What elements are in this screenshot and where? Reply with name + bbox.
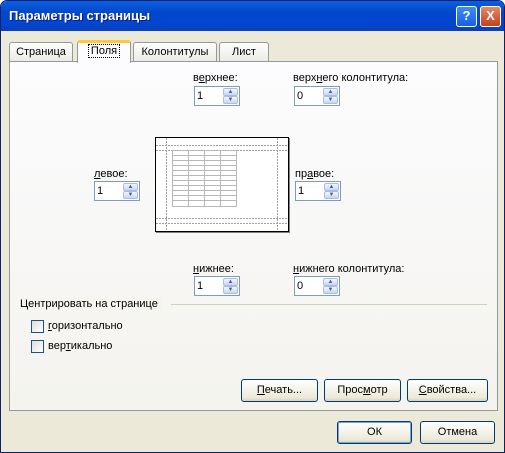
- page-preview-drawing: [156, 138, 288, 231]
- spin-down-icon[interactable]: ▼: [123, 191, 138, 199]
- spin-down-icon[interactable]: ▼: [223, 96, 238, 104]
- tab-sheet-label: Лист: [232, 46, 256, 58]
- spin-up-icon[interactable]: ▲: [324, 183, 339, 191]
- page-preview: [155, 137, 289, 232]
- bottom-margin-label: нижнее:: [193, 263, 234, 275]
- spin-down-icon[interactable]: ▼: [323, 96, 338, 104]
- margins-panel: верхнее: ▲ ▼ верхнего колонтитула: ▲ ▼ л…: [9, 61, 498, 411]
- tab-margins[interactable]: Поля: [77, 40, 131, 63]
- left-margin-label: левое:: [94, 168, 128, 180]
- close-button[interactable]: X: [480, 6, 501, 27]
- center-horizontally-label[interactable]: горизонтально: [48, 320, 123, 332]
- header-margin-input[interactable]: [297, 89, 321, 103]
- center-horizontally-checkbox[interactable]: [31, 320, 44, 333]
- bottom-margin-input[interactable]: [197, 279, 221, 293]
- tab-sheet[interactable]: Лист: [219, 42, 269, 61]
- footer-margin-label: нижнего колонтитула:: [293, 263, 405, 275]
- tab-margins-label: Поля: [87, 44, 121, 58]
- spin-down-icon[interactable]: ▼: [323, 286, 338, 294]
- tab-page-label: Страница: [16, 46, 66, 58]
- right-margin-label: правое:: [295, 168, 335, 180]
- spin-up-icon[interactable]: ▲: [323, 278, 338, 286]
- print-button[interactable]: Печать...: [241, 379, 318, 402]
- spin-down-icon[interactable]: ▼: [223, 286, 238, 294]
- print-preview-button[interactable]: Просмотр: [324, 379, 401, 402]
- spin-down-icon[interactable]: ▼: [324, 191, 339, 199]
- left-margin-input[interactable]: [97, 184, 121, 198]
- footer-margin-input[interactable]: [297, 279, 321, 293]
- header-margin-spinner[interactable]: ▲ ▼: [294, 86, 340, 106]
- top-margin-label: верхнее:: [193, 72, 238, 84]
- ok-button[interactable]: ОК: [337, 421, 412, 444]
- centering-group-title: Центрировать на странице: [20, 298, 162, 310]
- help-button[interactable]: ?: [456, 6, 477, 27]
- group-divider: [171, 304, 487, 305]
- bottom-margin-spinner[interactable]: ▲ ▼: [194, 276, 240, 296]
- center-vertically-label[interactable]: вертикально: [48, 340, 112, 352]
- footer-margin-spinner[interactable]: ▲ ▼: [294, 276, 340, 296]
- tab-page[interactable]: Страница: [9, 42, 73, 61]
- tab-header-footer-label: Колонтитулы: [141, 46, 209, 58]
- top-margin-input[interactable]: [197, 89, 221, 103]
- title-bar: Параметры страницы ? X: [1, 1, 504, 31]
- spin-up-icon[interactable]: ▲: [323, 88, 338, 96]
- right-margin-spinner[interactable]: ▲ ▼: [295, 181, 341, 201]
- spin-up-icon[interactable]: ▲: [223, 88, 238, 96]
- left-margin-spinner[interactable]: ▲ ▼: [94, 181, 140, 201]
- header-margin-label: верхнего колонтитула:: [293, 72, 409, 84]
- spin-up-icon[interactable]: ▲: [223, 278, 238, 286]
- right-margin-input[interactable]: [298, 184, 322, 198]
- tab-header-footer[interactable]: Колонтитулы: [133, 42, 217, 61]
- page-setup-dialog: Параметры страницы ? X Страница Поля Кол…: [0, 0, 505, 453]
- center-vertically-checkbox[interactable]: [31, 340, 44, 353]
- properties-button[interactable]: Свойства...: [407, 379, 488, 402]
- top-margin-spinner[interactable]: ▲ ▼: [194, 86, 240, 106]
- cancel-button[interactable]: Отмена: [420, 421, 495, 444]
- window-title: Параметры страницы: [9, 8, 151, 23]
- spin-up-icon[interactable]: ▲: [123, 183, 138, 191]
